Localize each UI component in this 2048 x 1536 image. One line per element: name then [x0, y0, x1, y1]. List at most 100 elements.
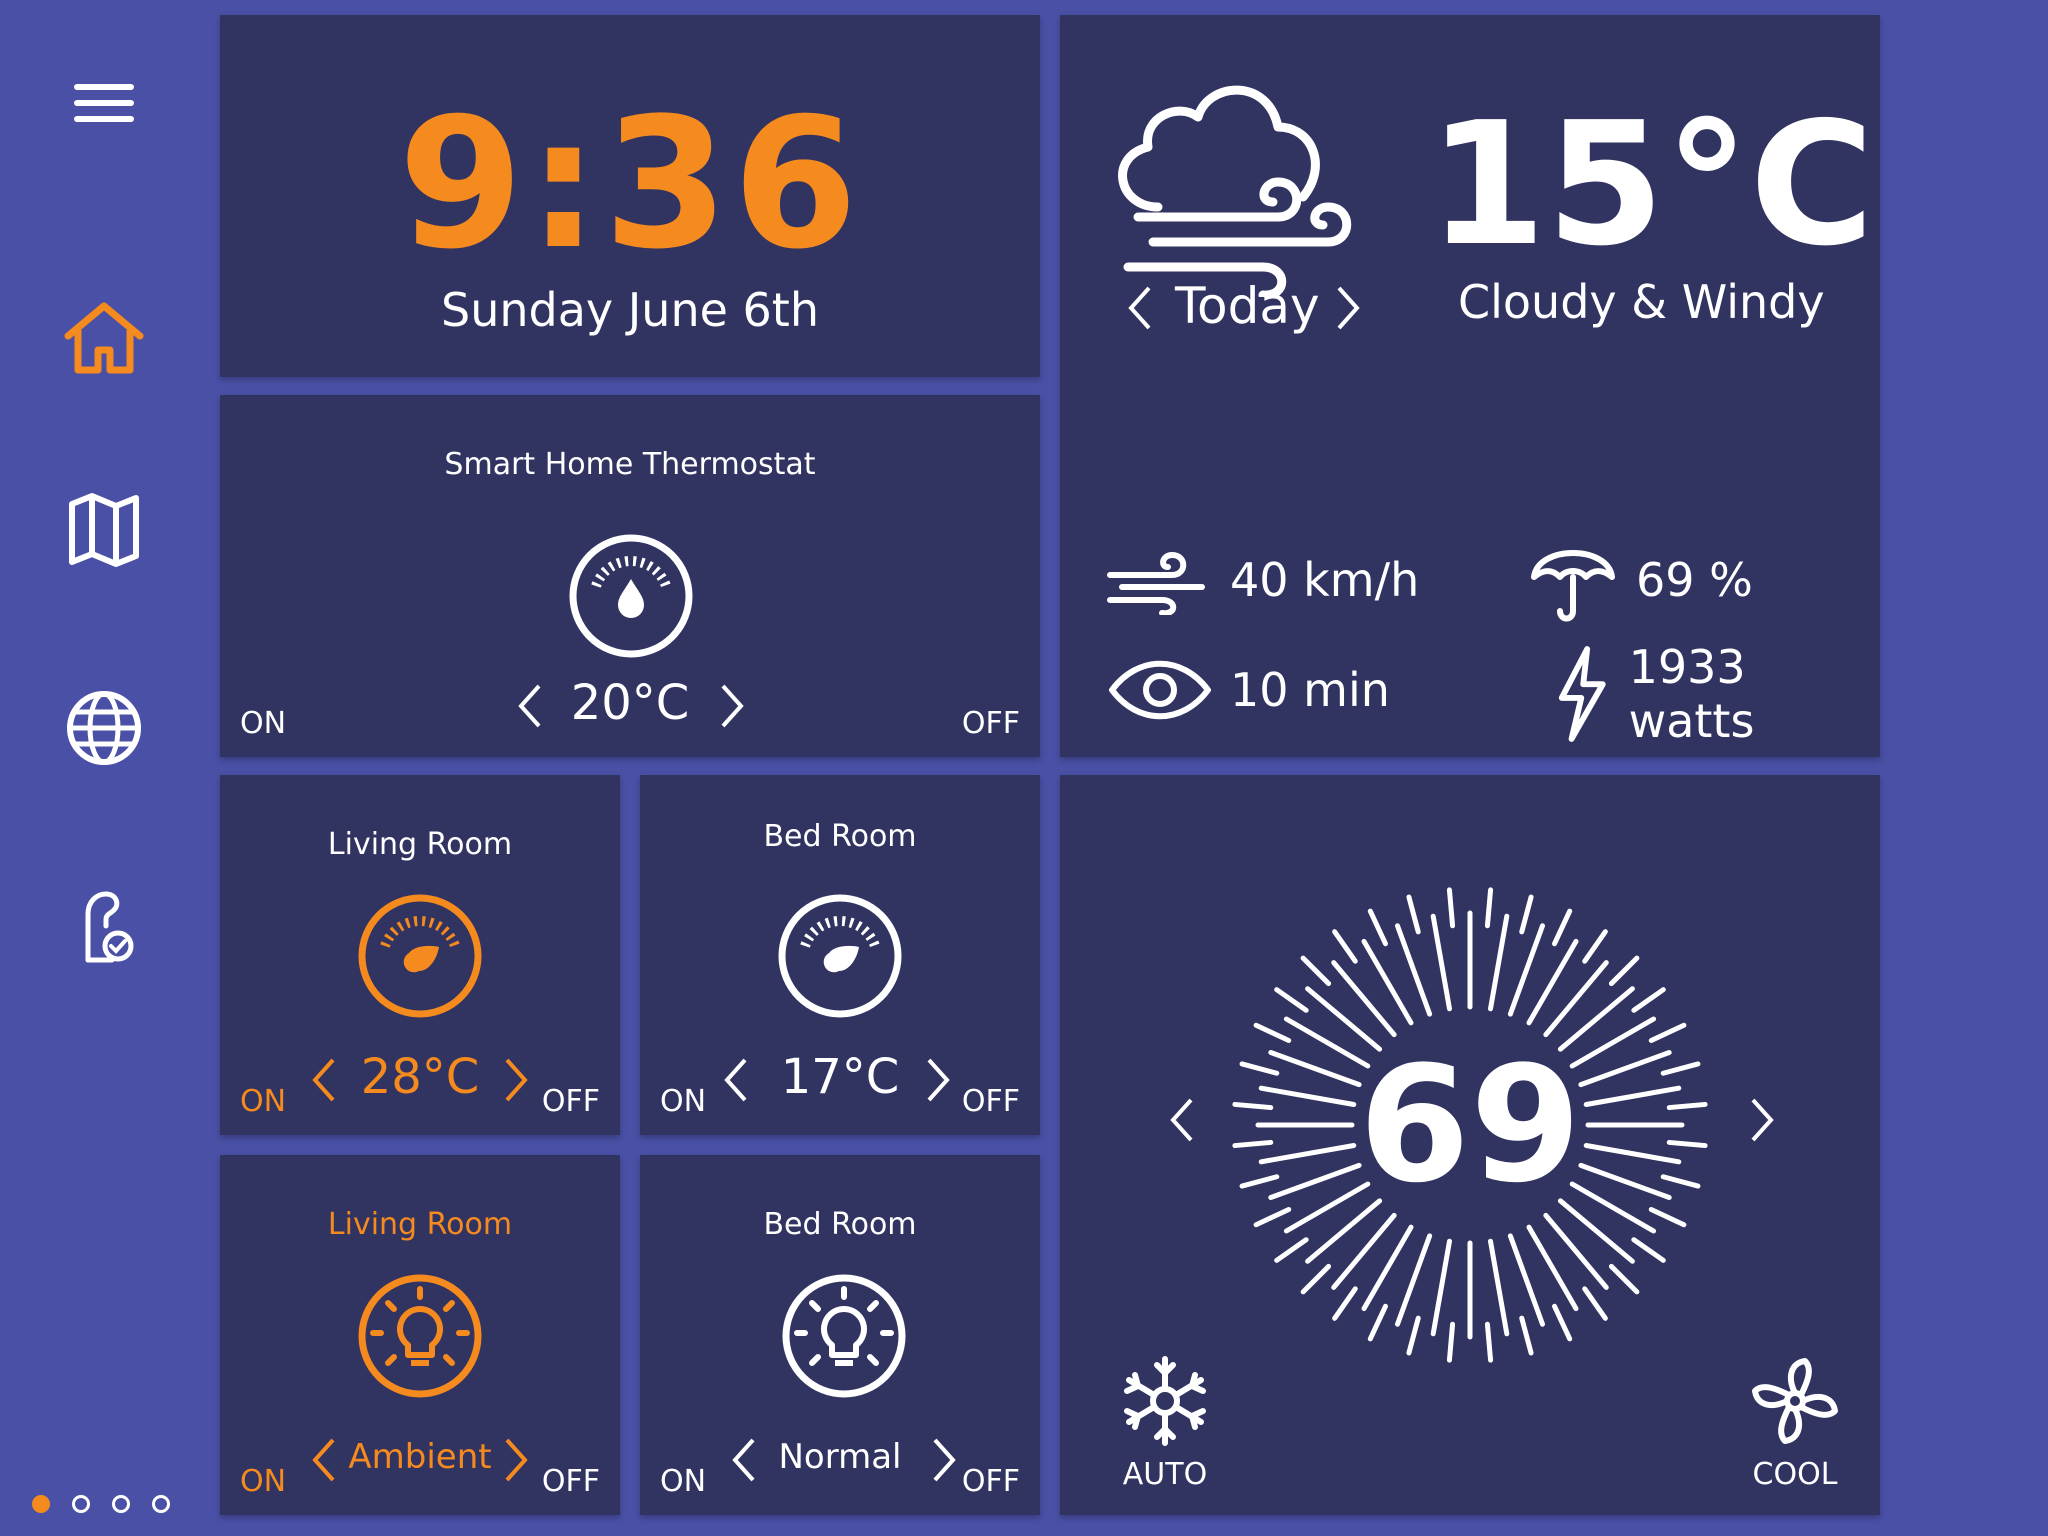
smart-thermostat-card: Smart Home Thermostat 20°C ON OFF [220, 395, 1040, 757]
dial-tick [1446, 887, 1456, 929]
dial-tick [1430, 913, 1453, 1012]
wind-speed: 40 km/h [1230, 553, 1420, 607]
clock-time: 9:36 [398, 80, 862, 289]
dial-tick [1648, 1207, 1687, 1228]
living-light-next-button[interactable] [498, 1435, 534, 1485]
thermostat-increase-button[interactable] [714, 681, 750, 731]
dial-tick [1300, 955, 1332, 987]
living-light-title: Living Room [327, 1207, 513, 1242]
dial-tick [1406, 894, 1421, 935]
climate-increase-button[interactable] [1744, 1095, 1780, 1145]
thermostat-title: Smart Home Thermostat [444, 447, 816, 482]
lightbulb-icon [358, 1274, 482, 1398]
fan-icon [1752, 1358, 1838, 1444]
cool-mode-button[interactable]: COOL [1740, 1353, 1850, 1492]
power-stat: 1933 watts [1552, 640, 1880, 748]
living-room-light-card: Living Room Ambient ON OFF [220, 1155, 620, 1515]
dial-tick [1394, 1233, 1433, 1327]
menu-icon [74, 84, 134, 122]
dial-tick [1274, 1237, 1309, 1263]
snowflake-icon [1124, 1356, 1206, 1446]
sidebar-item-home[interactable] [56, 290, 152, 386]
sidebar-item-globe[interactable] [56, 680, 152, 776]
umbrella-icon [1531, 550, 1615, 622]
cool-mode-label: COOL [1752, 1457, 1838, 1492]
weather-condition: Cloudy & Windy [1458, 275, 1825, 329]
chevron-right-icon [1751, 1098, 1774, 1142]
sidebar-item-do-not-disturb[interactable] [56, 876, 152, 972]
dial-tick [1300, 1263, 1332, 1295]
bed-temp-increase-button[interactable] [920, 1055, 956, 1105]
bed-temp-on-button[interactable]: ON [660, 1084, 706, 1119]
page-dot-3[interactable] [112, 1495, 130, 1513]
bed-light-off-button[interactable]: OFF [962, 1464, 1020, 1499]
clock-card: 9:36 Sunday June 6th [220, 15, 1040, 377]
thermostat-on-button[interactable]: ON [240, 706, 286, 741]
chevron-right-icon [927, 1058, 950, 1102]
chevron-right-icon [505, 1058, 528, 1102]
dial-tick [1430, 1238, 1453, 1337]
living-light-on-button[interactable]: ON [240, 1464, 286, 1499]
page-dot-2[interactable] [72, 1495, 90, 1513]
thermostat-value: 20°C [570, 675, 690, 731]
living-temp-increase-button[interactable] [498, 1055, 534, 1105]
lightbulb-icon [782, 1274, 906, 1398]
lightning-icon [1558, 646, 1606, 742]
wind-icon [1107, 551, 1205, 615]
weather-next-day-button[interactable] [1330, 283, 1366, 333]
dial-tick [1648, 1022, 1687, 1043]
thermostat-dial-icon [569, 534, 693, 658]
dial-tick [1484, 1321, 1494, 1363]
dial-tick [1484, 887, 1494, 929]
dial-tick [1552, 908, 1573, 947]
bed-room-light-card: Bed Room Normal ON OFF [640, 1155, 1040, 1515]
bed-light-next-button[interactable] [926, 1435, 962, 1485]
sidebar [0, 0, 210, 1536]
home-icon [64, 302, 144, 374]
auto-mode-label: AUTO [1122, 1457, 1208, 1492]
dial-tick [1332, 1286, 1358, 1321]
auto-mode-button[interactable]: AUTO [1110, 1353, 1220, 1492]
weather-prev-day-button[interactable] [1122, 283, 1158, 333]
weather-day: Today [1175, 277, 1320, 335]
dial-tick [1253, 1207, 1292, 1228]
dial-tick [1608, 955, 1640, 987]
dial-tick [1608, 1263, 1640, 1295]
clock-date: Sunday June 6th [441, 283, 819, 337]
dial-tick [1507, 923, 1546, 1017]
page-dot-4[interactable] [152, 1495, 170, 1513]
dial-tick [1253, 1022, 1292, 1043]
dial-tick [1332, 929, 1358, 964]
living-temp-off-button[interactable]: OFF [542, 1084, 600, 1119]
thermostat-off-button[interactable]: OFF [962, 706, 1020, 741]
humidity-value: 69 % [1636, 553, 1753, 607]
bed-room-temp-card: Bed Room 17°C ON OFF [640, 775, 1040, 1135]
dial-tick [1519, 1315, 1534, 1356]
bed-temp-off-button[interactable]: OFF [962, 1084, 1020, 1119]
power-value: 1933 watts [1628, 640, 1755, 748]
pagination-dots [32, 1495, 170, 1513]
dial-tick [1582, 929, 1608, 964]
dial-tick [1487, 913, 1510, 1012]
dial-tick [1507, 1233, 1546, 1327]
living-temp-on-button[interactable]: ON [240, 1084, 286, 1119]
living-light-off-button[interactable]: OFF [542, 1464, 600, 1499]
visibility-value: 10 min [1230, 663, 1390, 717]
living-room-temp-card: Living Room 28°C ON OFF [220, 775, 620, 1135]
climate-decrease-button[interactable] [1164, 1095, 1200, 1145]
bed-light-on-button[interactable]: ON [660, 1464, 706, 1499]
dial-tick [1487, 1238, 1510, 1337]
dial-tick [1519, 894, 1534, 935]
chevron-right-icon [933, 1438, 956, 1482]
sidebar-item-map[interactable] [56, 482, 152, 578]
humidity-stat: 69 % [1528, 535, 1753, 625]
dial-tick [1274, 987, 1309, 1013]
dial-tick [1446, 1321, 1456, 1363]
page-dot-1[interactable] [32, 1495, 50, 1513]
visibility-stat: 10 min [1108, 655, 1390, 725]
bed-light-title: Bed Room [763, 1207, 917, 1242]
dial-tick [1406, 1315, 1421, 1356]
temperature-dial-icon [358, 894, 482, 1018]
menu-button[interactable] [56, 56, 152, 152]
dial-tick [1631, 1237, 1666, 1263]
